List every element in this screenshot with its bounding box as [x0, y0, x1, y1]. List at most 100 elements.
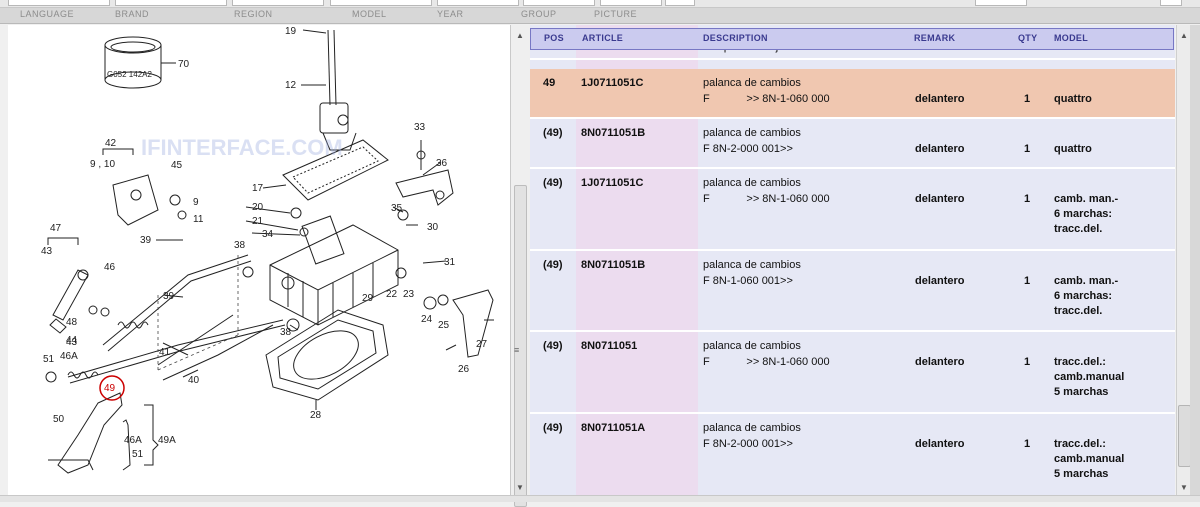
- cell-model-line: 6 marchas:: [1054, 290, 1113, 302]
- filter-label-year: YEAR: [437, 9, 464, 19]
- diagram-label-31: 31: [444, 257, 456, 268]
- cell-pos: (49): [543, 127, 563, 139]
- cell-model-line: 6 marchas:: [1054, 208, 1113, 220]
- table-header: POS ARTICLE DESCRIPTION REMARK QTY MODEL: [530, 28, 1174, 50]
- diagram-label-11: 11: [193, 214, 204, 225]
- parts-diagram[interactable]: G052 142A2 IFINTERFACE.COM 70 19 12 42 9…: [8, 25, 510, 495]
- pane-splitter[interactable]: ▲ ≡ ▼: [510, 25, 531, 507]
- diagram-label-36: 36: [436, 158, 448, 169]
- cell-description-line1: palanca de cambios: [703, 422, 801, 434]
- cell-remark: delantero: [915, 143, 965, 155]
- header-pos[interactable]: POS: [544, 33, 564, 43]
- filter-label-picture: PICTURE: [594, 9, 638, 19]
- diagram-label-41: 41: [159, 347, 171, 358]
- diagram-label-17: 17: [252, 183, 264, 194]
- diagram-label-30: 30: [427, 222, 439, 233]
- table-row[interactable]: (49) 8N0711051A palanca de cambios F 8N-2-0…: [530, 414, 1175, 495]
- header-remark[interactable]: REMARK: [914, 33, 955, 43]
- parts-diagram-pane: G052 142A2 IFINTERFACE.COM 70 19 12 42 9…: [8, 25, 510, 495]
- cell-article: 1J0711051C: [581, 77, 644, 89]
- cell-article: 1J0711051C: [581, 177, 644, 189]
- table-scroll-down-icon[interactable]: ▼: [1180, 483, 1188, 492]
- cell-qty: 1: [1024, 275, 1031, 287]
- table-row[interactable]: (49) 8N0711051B palanca de cambios F 8N-1-0…: [530, 251, 1175, 332]
- filter-label-group: GROUP: [521, 9, 557, 19]
- header-description[interactable]: DESCRIPTION: [703, 33, 768, 43]
- model-select[interactable]: [330, 0, 432, 6]
- part-code-label: G052 142A2: [107, 70, 152, 79]
- diagram-label-26: 26: [458, 364, 470, 375]
- brand-select[interactable]: [115, 0, 227, 6]
- picture-select[interactable]: [600, 0, 662, 6]
- region-select[interactable]: [232, 0, 324, 6]
- diagram-label-39-top: 39: [140, 235, 152, 246]
- diagram-label-23: 23: [403, 289, 415, 300]
- cell-article: 8N0711051B: [581, 259, 646, 271]
- scroll-down-arrow-icon[interactable]: ▼: [516, 483, 524, 492]
- cell-qty: 1: [1024, 193, 1031, 205]
- cell-pos: (49): [543, 177, 563, 189]
- diagram-label-43-mid: 43: [66, 337, 78, 348]
- cell-qty: 1: [1024, 356, 1031, 368]
- diagram-label-48: 48: [66, 317, 78, 328]
- scroll-up-arrow-icon[interactable]: ▲: [516, 31, 524, 40]
- toolbar-box-right[interactable]: [975, 0, 1027, 6]
- header-qty[interactable]: QTY: [1018, 33, 1037, 43]
- table-row[interactable]: (49) 8N0711051 palanca de cambios F >> 8N-1…: [530, 332, 1175, 414]
- cell-model-line: tracc.del.: [1054, 223, 1103, 235]
- cell-description-line1: palanca de cambios: [703, 259, 801, 271]
- diagram-label-34: 34: [262, 229, 274, 240]
- language-select[interactable]: [8, 0, 110, 6]
- diagram-label-46a-top: 46A: [60, 351, 78, 362]
- diagram-label-39-mid: 39: [163, 291, 175, 302]
- cell-qty: 1: [1024, 438, 1031, 450]
- table-row-selected[interactable]: 49 1J0711051C palanca de cambios F >> 8N-1-…: [530, 69, 1175, 119]
- cell-description-line1: palanca de cambios: [703, 177, 801, 189]
- header-article[interactable]: ARTICLE: [582, 33, 623, 43]
- cell-description-line1: palanca de cambios: [703, 340, 801, 352]
- diagram-label-21: 21: [252, 216, 264, 227]
- diagram-label-46a-bottom: 46A: [124, 435, 142, 446]
- cell-remark: delantero: [915, 193, 965, 205]
- table-scroll-up-icon[interactable]: ▲: [1180, 31, 1188, 40]
- cell-model-line: camb.manual: [1054, 453, 1125, 465]
- table-row[interactable]: (49) 1J0711051C palanca de cambios F >> 8N-…: [530, 169, 1175, 251]
- cell-pos: (49): [543, 340, 563, 352]
- filter-label-language: LANGUAGE: [20, 9, 75, 19]
- table-row[interactable]: (49) 8N0711051B palanca de cambios F 8N-2-0…: [530, 119, 1175, 169]
- cell-description-line2: F >> 8N-1-060 000: [703, 356, 830, 368]
- cell-qty: 1: [1024, 143, 1031, 155]
- cell-pos: 49: [543, 77, 556, 89]
- cell-model-line: camb.manual: [1054, 371, 1125, 383]
- diagram-label-38-top: 38: [234, 240, 246, 251]
- diagram-label-42: 42: [105, 138, 117, 149]
- header-model[interactable]: MODEL: [1054, 33, 1088, 43]
- diagram-label-29: 29: [362, 293, 374, 304]
- cell-article: 8N0711051A: [581, 422, 646, 434]
- cell-remark: delantero: [915, 438, 965, 450]
- cell-model-line: tracc.del.:: [1054, 438, 1106, 450]
- group-select[interactable]: [523, 0, 595, 6]
- toolbar-box-far-right[interactable]: [1160, 0, 1182, 6]
- diagram-label-27: 27: [476, 339, 488, 350]
- cell-article: 8N0711051B: [581, 127, 646, 139]
- cell-description-line2: F 8N-2-000 001>>: [703, 143, 793, 155]
- cell-remark: delantero: [915, 356, 965, 368]
- diagram-label-19: 19: [285, 26, 297, 37]
- diagram-label-49a: 49A: [158, 435, 176, 446]
- cell-model-line: quattro: [1054, 143, 1092, 155]
- diagram-label-40: 40: [188, 375, 200, 386]
- cell-model-line: 5 marchas: [1054, 468, 1109, 480]
- diagram-label-49: 49: [104, 383, 116, 394]
- cell-description-line1: palanca de cambios: [703, 77, 801, 89]
- diagram-label-12: 12: [285, 80, 297, 91]
- diagram-label-28: 28: [310, 410, 322, 421]
- year-select[interactable]: [437, 0, 519, 6]
- diagram-label-43-top: 43: [41, 246, 53, 257]
- cell-description-line2: F 8N-2-000 001>>: [703, 438, 793, 450]
- diagram-label-24: 24: [421, 314, 433, 325]
- go-button[interactable]: [665, 0, 695, 6]
- table-scrollbar[interactable]: ▲ ▼: [1176, 25, 1191, 495]
- diagram-watermark: IFINTERFACE.COM: [141, 135, 343, 160]
- splitter-grip-icon[interactable]: ≡: [514, 345, 519, 355]
